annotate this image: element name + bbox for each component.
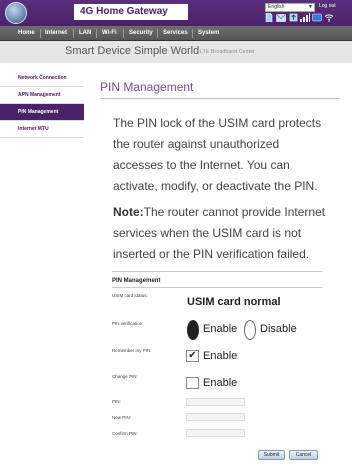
language-value: English bbox=[268, 4, 285, 10]
main-nav: Home Internet LAN Wi-Fi Security Service… bbox=[0, 26, 352, 41]
change-pin-label: Change PIN: bbox=[112, 374, 138, 379]
nav-security[interactable]: Security bbox=[129, 26, 153, 41]
sidebar-item-internet-mtu[interactable]: Internet MTU bbox=[0, 121, 84, 138]
page-title: PIN Management bbox=[100, 80, 194, 94]
nav-wifi[interactable]: Wi-Fi bbox=[102, 26, 117, 41]
pin-verification-disable-radio[interactable] bbox=[244, 320, 256, 340]
page-description: The PIN lock of the USIM card protects t… bbox=[113, 116, 322, 193]
sidebar-item-apn-management[interactable]: APN Management bbox=[0, 87, 84, 104]
confirm-pin-label: Confirm PIN: bbox=[112, 431, 138, 436]
sim-icon bbox=[264, 13, 274, 22]
submit-button[interactable]: Submit bbox=[258, 450, 285, 460]
remember-pin-label: Remember my PIN: bbox=[112, 348, 152, 353]
change-pin-checkbox[interactable] bbox=[186, 377, 199, 389]
cancel-button[interactable]: Cancel bbox=[289, 450, 318, 460]
confirm-pin-input[interactable] bbox=[186, 429, 245, 437]
nav-divider bbox=[73, 29, 74, 38]
brand-logo-icon bbox=[5, 2, 27, 24]
slogan-simple-world: Simple World bbox=[134, 45, 200, 57]
title-divider bbox=[100, 98, 340, 99]
logout-link[interactable]: Log out bbox=[319, 3, 336, 9]
nav-home[interactable]: Home bbox=[18, 26, 35, 41]
sidebar-item-network-connection[interactable]: Network Connection bbox=[0, 70, 84, 87]
nav-internet[interactable]: Internet bbox=[45, 26, 67, 41]
form-divider bbox=[112, 287, 323, 288]
usim-status-label: USIM card status: bbox=[112, 293, 148, 298]
page-note: Note:The router cannot provide Internet … bbox=[113, 202, 333, 265]
slogan-smart-device: Smart Device bbox=[65, 45, 132, 57]
note-label: Note: bbox=[113, 205, 144, 219]
remember-pin-checkbox[interactable]: ✔ bbox=[186, 350, 199, 362]
change-pin-option: Enable bbox=[203, 377, 238, 389]
nav-system[interactable]: System bbox=[198, 26, 219, 41]
lte-icon bbox=[312, 13, 322, 22]
mail-icon[interactable] bbox=[276, 13, 286, 22]
sidebar-item-pin-management[interactable]: PIN Management bbox=[0, 104, 84, 121]
nav-divider bbox=[192, 29, 193, 38]
wifi-icon bbox=[324, 13, 334, 22]
form-divider bbox=[112, 271, 323, 272]
sidebar: Network Connection APN Management PIN Ma… bbox=[0, 70, 84, 138]
nav-divider bbox=[123, 29, 124, 38]
chevron-down-icon: ▼ bbox=[308, 4, 313, 10]
remember-pin-option: Enable bbox=[203, 350, 238, 362]
form-title: PIN Management bbox=[112, 278, 161, 284]
pin-verification-label: PIN verification: bbox=[112, 321, 144, 326]
pin-label: PIN: bbox=[112, 399, 121, 404]
note-text: The router cannot provide Internet servi… bbox=[113, 205, 326, 261]
slogan-banner: Smart Device Simple World LTE Broadband … bbox=[0, 41, 352, 63]
product-name: 4G Home Gateway bbox=[74, 4, 188, 20]
pin-verification-enable-radio[interactable] bbox=[187, 320, 199, 340]
signal-icon bbox=[300, 13, 310, 22]
language-select[interactable]: English ▼ bbox=[265, 3, 315, 12]
upload-icon bbox=[288, 13, 298, 22]
top-header: 4G Home Gateway English ▼ Log out bbox=[0, 0, 352, 26]
nav-services[interactable]: Services bbox=[163, 26, 188, 41]
nav-lan[interactable]: LAN bbox=[79, 26, 91, 41]
new-pin-label: New PIN: bbox=[112, 415, 132, 420]
nav-divider bbox=[40, 29, 41, 38]
nav-divider bbox=[96, 29, 97, 38]
nav-divider bbox=[157, 29, 158, 38]
usim-status-value: USIM card normal bbox=[187, 296, 281, 308]
pin-verification-disable-label: Disable bbox=[260, 323, 297, 335]
pin-verification-enable-label: Enable bbox=[203, 323, 238, 335]
pin-input[interactable] bbox=[186, 398, 245, 406]
slogan-tagline: LTE Broadband Center bbox=[200, 49, 256, 55]
status-icons bbox=[264, 13, 334, 23]
check-icon: ✔ bbox=[188, 350, 197, 361]
new-pin-input[interactable] bbox=[186, 413, 245, 421]
